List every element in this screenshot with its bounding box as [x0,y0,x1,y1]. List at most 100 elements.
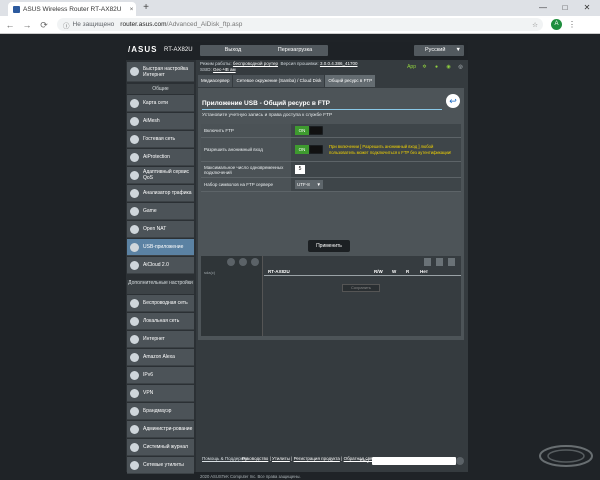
sidebar-item-administration[interactable]: Администри-рование [127,421,194,438]
tree-item-disk[interactable]: sda(c) [204,270,215,275]
faq-label: FAQ [360,458,370,463]
share-permissions: sda(c) RT-AX82U R/W W R Нет Сохранить [201,256,461,336]
sidebar-item-qos[interactable]: Адаптивный сервис QoS [127,167,194,184]
wan-status-icon[interactable]: ✲ [421,64,428,71]
enable-ftp-label: Включить FTP [201,124,291,137]
sidebar-item-firewall[interactable]: Брандмауэр [127,403,194,420]
maximize-icon[interactable]: □ [554,0,576,16]
app-label[interactable]: App [407,64,416,71]
sidebar-item-wan[interactable]: Интернет [127,331,194,348]
info-icon[interactable]: ⓘ [63,20,70,30]
sidebar-item-label: Amazon Alexa [143,354,175,360]
utilities-link[interactable]: Утилиты [272,456,290,461]
sidebar-item-ipv6[interactable]: IPv6 [127,367,194,384]
sidebar-item-aimesh[interactable]: AiMesh [127,113,194,130]
language-value: Русский [425,47,446,53]
close-window-icon[interactable]: ✕ [576,0,598,16]
faq-search-input[interactable] [372,457,456,465]
sidebar-item-label: Беспроводная сеть [143,300,188,306]
sidebar-item-vpn[interactable]: VPN [127,385,194,402]
row-charset: Набор символов на FTP сервере UTF-8 ▼ [201,178,461,192]
sidebar-item-lan[interactable]: Локальная сеть [127,313,194,330]
firmware-label: Версия прошивки: [280,61,319,66]
col-r: R [406,269,410,274]
manual-link[interactable]: Руководство [242,456,268,461]
tab-media-server[interactable]: Медиасервер [198,75,233,87]
sidebar-item-label: Администри-рование [143,426,193,432]
language-select[interactable]: Русский ▼ [414,45,464,56]
enable-ftp-toggle[interactable]: ON [295,126,323,135]
ssid-label: SSID: [200,67,212,72]
tab-title: ASUS Wireless Router RT-AX82U [23,5,122,13]
title-divider [202,109,442,110]
globe-icon [130,334,139,344]
page-description: Установите учетную запись и права доступ… [202,113,333,118]
sidebar-item-guest-network[interactable]: Гостевая сеть [127,131,194,148]
edit-folder-icon[interactable] [251,258,259,266]
remove-account-icon[interactable] [436,258,443,266]
back-icon[interactable]: ← [3,18,17,32]
tab-ftp[interactable]: Общий ресурс в FTP [325,75,376,87]
sidebar-header-advanced: Дополнительные настройки [127,280,194,294]
sidebar-item-label: AiMesh [143,118,160,124]
chevron-down-icon: ▼ [455,47,461,53]
firmware-value[interactable]: 3.0.0.4.386_41700 [320,61,358,66]
tab-close-icon[interactable]: × [127,6,136,13]
search-icon[interactable] [456,457,464,465]
sidebar-item-quick-setup[interactable]: Быстрая настройка Интернет [127,62,194,82]
sidebar-item-system-log[interactable]: Системный журнал [127,439,194,456]
sidebar-item-label: Системный журнал [143,444,188,450]
address-bar[interactable]: ⓘ Не защищено router.asus.com /Advanced_… [57,18,543,31]
logout-button[interactable]: Выход [200,45,266,56]
bookmark-star-icon[interactable]: ☆ [532,21,538,29]
new-tab-button[interactable]: + [140,2,152,14]
sidebar-item-usb-app[interactable]: USB-приложение [127,239,194,256]
wand-icon [130,67,139,76]
apply-button[interactable]: Применить [308,240,350,252]
browser-tab[interactable]: ASUS Wireless Router RT-AX82U × [8,2,136,16]
footer-separator: | [269,456,271,461]
mode-value[interactable]: беспроводной роутер [233,61,278,66]
sidebar-item-wireless[interactable]: Беспроводная сеть [127,295,194,312]
usb-status-icon[interactable]: ● [433,64,440,71]
tab-samba[interactable]: Сетевое окружение (Samba) / Cloud Disk [233,75,325,87]
reload-icon[interactable]: ⟳ [37,18,51,32]
charset-label: Набор символов на FTP сервере [201,178,291,191]
traffic-analyzer-icon [130,188,139,198]
qos-icon [130,170,139,180]
remove-folder-icon[interactable] [239,258,247,266]
edit-account-icon[interactable] [448,258,455,266]
back-arrow-icon[interactable]: ↩ [446,94,460,108]
sidebar-item-open-nat[interactable]: Open NAT [127,221,194,238]
browser-menu-icon[interactable]: ⋮ [568,20,576,29]
add-folder-icon[interactable] [227,258,235,266]
page-title: Приложение USB - Общий ресурс в FTP [202,100,331,107]
globe-status-icon[interactable]: ◎ [457,64,464,71]
registration-link[interactable]: Регистрация продукта [294,456,340,461]
sidebar-item-aiprotection[interactable]: AiProtection [127,149,194,166]
sidebar-item-traffic-analyzer[interactable]: Анализатор трафика [127,185,194,202]
sidebar-item-alexa[interactable]: Amazon Alexa [127,349,194,366]
profile-avatar[interactable]: A [551,19,562,30]
forward-icon[interactable]: → [20,18,34,32]
ssid-value[interactable]: Gec-ЧВ ам [213,67,236,72]
max-connections-label: Максимальное число одновременных подключ… [201,162,291,177]
vpn-icon [130,388,139,398]
add-account-icon[interactable] [424,258,431,266]
anonymous-login-toggle[interactable]: ON [295,145,323,154]
network-map-icon [130,98,139,108]
sidebar-item-game[interactable]: Game [127,203,194,220]
save-permissions-button[interactable]: Сохранить [342,284,380,292]
max-connections-input[interactable]: 5 [295,165,305,174]
reboot-button[interactable]: Перезагрузка [262,45,328,56]
sidebar-item-aicloud[interactable]: AiCloud 2.0 [127,257,194,274]
wifi-status-icon[interactable]: ◉ [445,64,452,71]
router-sidebar: Быстрая настройка Интернет Общие Карта с… [126,60,196,474]
router-footer: Помощь & Поддержка Руководство | Утилиты… [198,452,464,472]
minimize-icon[interactable]: — [532,0,554,16]
cloud-icon [130,260,139,270]
sidebar-item-network-tools[interactable]: Сетевые утилиты [127,457,194,474]
toggle-on-label: ON [295,126,309,135]
charset-select[interactable]: UTF-8 ▼ [295,180,323,189]
sidebar-item-network-map[interactable]: Карта сети [127,95,194,112]
